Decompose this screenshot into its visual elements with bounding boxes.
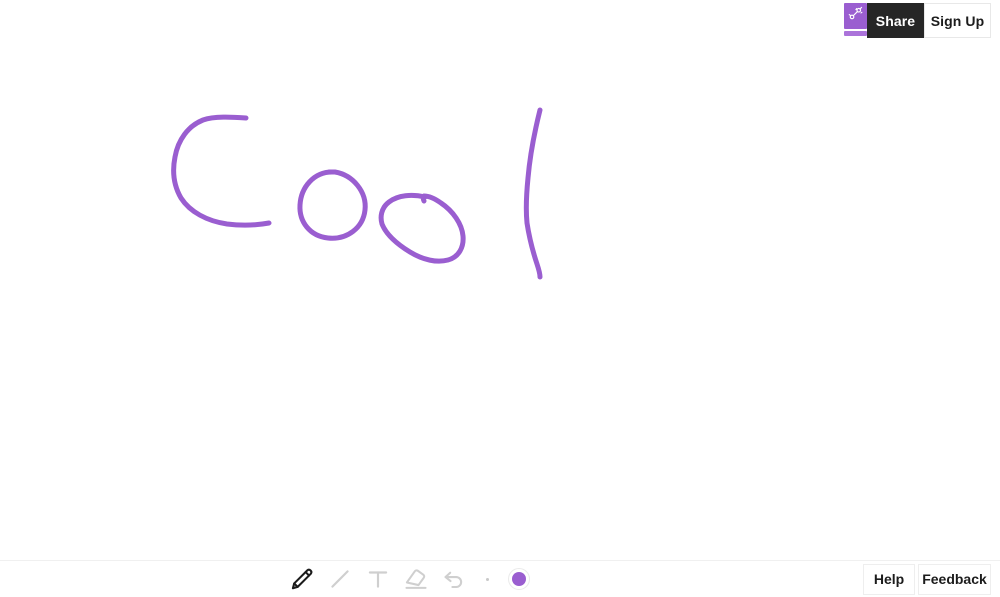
footer-button-cluster: Help Feedback xyxy=(863,561,991,597)
stroke-letter-c xyxy=(171,114,272,228)
pencil-tool-button[interactable] xyxy=(283,561,321,597)
stroke-letter-o-1 xyxy=(297,169,368,241)
eraser-icon xyxy=(403,566,429,592)
stroke-width-dot-icon xyxy=(485,577,489,581)
app-root: Share Sign Up Help Feedback xyxy=(0,0,1000,597)
eraser-tool-button[interactable] xyxy=(397,561,435,597)
feedback-button[interactable]: Feedback xyxy=(918,563,991,595)
stroke-letter-o-2 xyxy=(378,192,466,264)
text-icon xyxy=(365,566,391,592)
color-swatch-button[interactable] xyxy=(501,561,537,597)
tool-cluster xyxy=(283,561,537,597)
text-tool-button[interactable] xyxy=(359,561,397,597)
help-button[interactable]: Help xyxy=(863,563,915,595)
bottom-toolbar: Help Feedback xyxy=(0,560,1000,597)
stroke-letter-l xyxy=(523,107,543,280)
line-icon xyxy=(327,566,353,592)
line-tool-button[interactable] xyxy=(321,561,359,597)
undo-tool-button[interactable] xyxy=(435,561,473,597)
undo-icon xyxy=(441,566,467,592)
stroke-width-button[interactable] xyxy=(473,561,501,597)
color-swatch-fill-icon xyxy=(512,572,526,586)
pencil-icon xyxy=(289,566,315,592)
color-swatch-ring xyxy=(508,568,530,590)
canvas-strokes-layer xyxy=(171,107,543,280)
drawing-canvas[interactable] xyxy=(0,42,1000,561)
